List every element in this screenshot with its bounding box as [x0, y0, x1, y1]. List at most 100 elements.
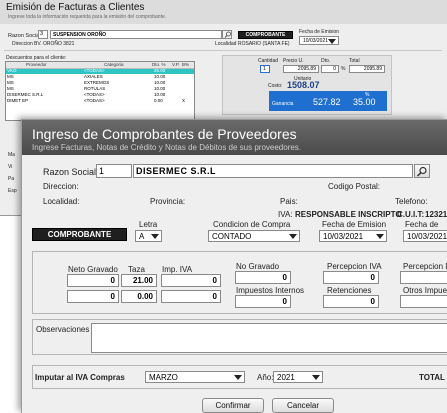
razon-social-code-input[interactable]: 1 — [96, 164, 132, 178]
back-ganancia-pct-value: 35.00 — [353, 97, 376, 107]
back-precio-input[interactable]: 2095.89 — [283, 65, 319, 73]
col-header-vp: V.P. — [172, 62, 180, 67]
no-gravado-input[interactable]: 0 — [235, 271, 291, 284]
chevron-down-icon — [311, 372, 320, 382]
chevron-down-icon — [150, 231, 159, 241]
otros-impuestos-label: Otros Impue — [403, 286, 447, 295]
cuit-value: 12321 — [425, 210, 447, 219]
table-row[interactable]: DIMET EP <TODAS> 0.00 X — [6, 98, 194, 104]
taza-input-2[interactable]: 0.00 — [121, 290, 157, 303]
back-razon-social-input[interactable]: SUSPENSION OROÑO — [50, 30, 222, 39]
anio-select[interactable]: 2021 — [273, 371, 323, 383]
fecha-emision-select[interactable]: 10/03/2021 — [319, 230, 387, 242]
col-header-proveedor: Proveedor — [26, 62, 47, 67]
taza-input[interactable]: 21.00 — [121, 274, 157, 287]
back-total-input: 2095.89 — [349, 65, 385, 73]
cuit-label: C.U.I.T: — [397, 210, 425, 219]
observaciones-label: Observaciones — [36, 325, 90, 334]
percent-sign: % — [341, 66, 346, 72]
main-window: Ingreso de Comprobantes de Proveedores I… — [21, 119, 447, 413]
percepcion-iva-label: Percepcion IVA — [327, 262, 382, 271]
retenciones-label: Retenciones — [327, 286, 372, 295]
pais-label: Pais: — [280, 197, 298, 206]
razon-social-label: Razon Social: — [43, 167, 99, 177]
back-ganancia-value: 527.82 — [313, 97, 341, 107]
neto-gravado-label: Neto Gravado — [68, 265, 118, 274]
back-stub-label: Vi — [8, 164, 13, 170]
col-header-dto: Dto. % — [152, 62, 166, 67]
back-precio-label: Precio U. — [283, 58, 304, 64]
search-icon — [416, 166, 427, 177]
percepcion-d-label: Percepcion D — [403, 262, 447, 271]
anio-label: Año: — [257, 373, 274, 382]
back-razon-social-code[interactable]: 3 — [38, 30, 48, 39]
search-button[interactable] — [414, 164, 430, 178]
mes-select[interactable]: MARZO — [145, 371, 245, 383]
back-comprobante-button[interactable]: COMPROBANTE — [238, 31, 293, 39]
confirmar-button[interactable]: Confirmar — [202, 398, 264, 413]
back-window-subtitle: Ingrese toda la información requerida pa… — [8, 14, 167, 20]
no-gravado-label: No Gravado — [236, 262, 280, 271]
back-razon-social-label: Razon Social: — [8, 33, 42, 39]
back-direccion-value: BV. OROÑO 3821 — [34, 41, 75, 47]
total-label: TOTAL — [419, 373, 445, 382]
imp-iva-label: Imp. IVA — [162, 265, 193, 274]
cancelar-button[interactable]: Cancelar — [272, 398, 334, 413]
back-direccion-label: Direccion — [12, 41, 33, 47]
back-search-icon[interactable] — [222, 30, 232, 39]
letra-select[interactable]: A — [135, 230, 162, 242]
neto-gravado-input[interactable]: 0 — [67, 274, 119, 287]
col-header-categoria: Categoria — [104, 62, 124, 67]
iva-value: RESPONSABLE INSCRIPTO — [295, 210, 402, 219]
telefono-label: Telefono: — [395, 197, 428, 206]
retenciones-input[interactable]: 0 — [323, 295, 379, 308]
back-stub-label: Ma — [8, 152, 15, 158]
back-fecha-emision-select[interactable]: 10/03/2021 — [299, 36, 339, 45]
neto-gravado-input-2[interactable]: 0 — [67, 290, 119, 303]
localidad-label: Localidad: — [43, 197, 80, 206]
amounts-panel: Neto Gravado Taza Imp. IVA 0 21.00 0 0 0… — [32, 251, 447, 314]
observaciones-panel: Observaciones — [32, 319, 447, 355]
main-window-title: Ingreso de Comprobantes de Proveedores — [32, 126, 297, 142]
razon-social-input[interactable]: DISERMEC S.R.L — [133, 164, 413, 178]
back-window-header: Emisión de Facturas a Clientes Ingrese t… — [0, 0, 447, 24]
imp-iva-input[interactable]: 0 — [161, 274, 221, 287]
back-cantidad-label: Cantidad — [258, 58, 279, 64]
otros-impuestos-input[interactable] — [400, 295, 447, 308]
back-stub-label: Pa — [8, 176, 15, 182]
chevron-down-icon — [375, 231, 384, 241]
imp-iva-input-2[interactable]: 0 — [161, 290, 221, 303]
percepcion-d-input[interactable] — [400, 271, 447, 284]
back-costo-label: Costo: — [268, 83, 283, 89]
back-cantidad-input[interactable]: 1 — [260, 65, 270, 73]
comprobante-button[interactable]: COMPROBANTE — [32, 228, 127, 241]
codigo-postal-label: Codigo Postal: — [328, 182, 381, 191]
back-item-panel: Cantidad 1 Precio U. 2095.89 Dto. 0 % To… — [222, 55, 392, 115]
observaciones-textarea[interactable] — [91, 323, 447, 353]
chevron-down-icon — [327, 37, 336, 44]
back-window-title: Emisión de Facturas a Clientes — [6, 2, 145, 13]
provincia-label: Provincia: — [150, 197, 186, 206]
chevron-down-icon — [288, 231, 297, 241]
back-dto-input[interactable]: 0 — [321, 65, 339, 73]
back-ganancia-label: Ganancia — [272, 101, 294, 107]
impuestos-internos-label: Impuestos Internos — [236, 286, 305, 295]
chevron-down-icon — [233, 372, 242, 382]
back-localidad-value: ROSARIO (SANTA FE) — [238, 41, 290, 47]
imputar-panel: Imputar al IVA Compras MARZO Año: 2021 T… — [32, 365, 447, 389]
back-total-label: Total — [349, 58, 360, 64]
impuestos-internos-input[interactable]: 0 — [235, 295, 291, 308]
back-stub-label: Esp — [8, 188, 17, 194]
col-header-b: B% — [182, 62, 190, 67]
percepcion-iva-input[interactable]: 0 — [323, 271, 379, 284]
back-descuentos-table: Proveedor Categoria Dto. % V.P. B% VKO <… — [5, 61, 195, 121]
back-dto-label: Dto. — [321, 58, 331, 64]
fecha-2-select[interactable]: 10/03/2021 — [403, 230, 447, 242]
condicion-compra-label: Condicion de Compra — [213, 220, 291, 229]
iva-label: IVA: — [278, 210, 293, 219]
condicion-compra-select[interactable]: CONTADO — [208, 230, 300, 242]
fecha-emision-label: Fecha de Emision — [322, 220, 387, 229]
main-window-subtitle: Ingrese Facturas, Notas de Crédito y Not… — [32, 143, 302, 152]
taza-label: Taza — [128, 265, 145, 274]
main-window-header: Ingreso de Comprobantes de Proveedores I… — [22, 120, 447, 155]
